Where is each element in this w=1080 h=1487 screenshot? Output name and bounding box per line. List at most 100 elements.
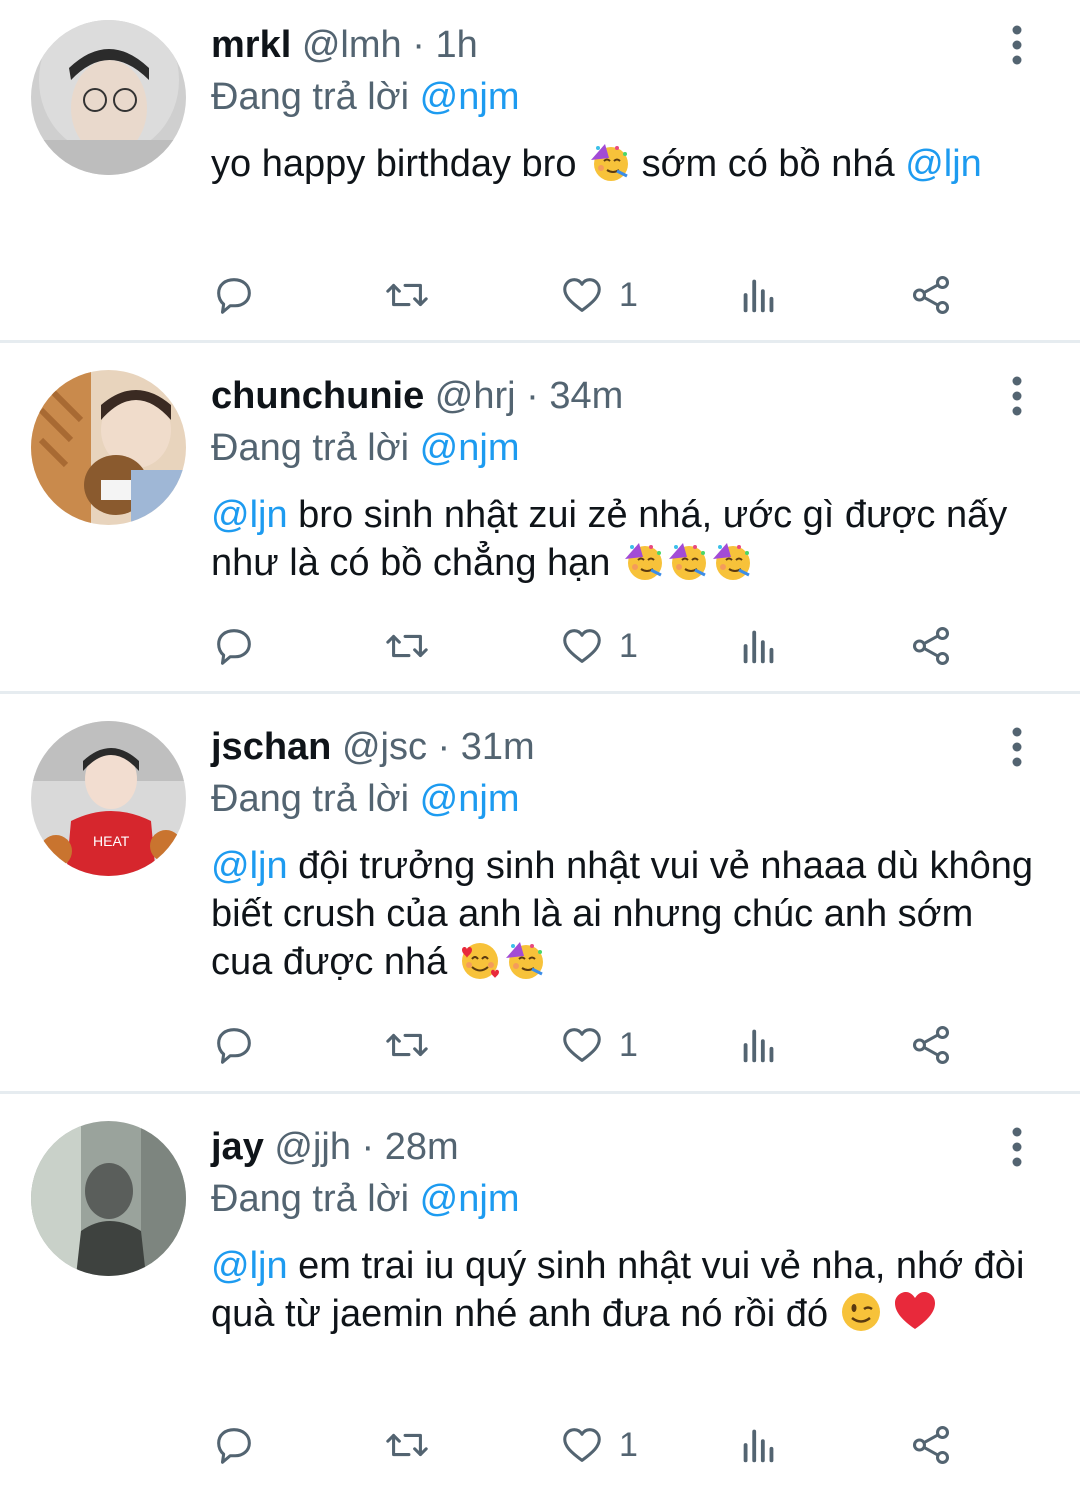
more-options-icon[interactable]	[1002, 375, 1032, 419]
views-button[interactable]	[736, 1420, 782, 1470]
reply-button[interactable]	[211, 1020, 257, 1070]
replying-to: Đang trả lời @njm	[211, 1176, 519, 1222]
share-button[interactable]	[908, 1020, 954, 1070]
reply-button[interactable]	[211, 270, 257, 320]
like-icon	[559, 1022, 605, 1068]
reply-mention-link[interactable]: @njm	[420, 427, 520, 469]
tweet-actions: 1	[211, 1020, 971, 1070]
avatar[interactable]	[31, 20, 186, 175]
partying-face-emoji	[665, 539, 709, 583]
reply-button[interactable]	[211, 1420, 257, 1470]
timestamp[interactable]: 28m	[385, 1126, 459, 1168]
retweet-button[interactable]	[384, 270, 430, 320]
tweet-text: @ljn bro sinh nhật zui zẻ nhá, ước gì đư…	[211, 491, 1041, 587]
partying-face-emoji	[709, 539, 753, 583]
red-heart-emoji	[893, 1290, 937, 1334]
reply-mention-link[interactable]: @njm	[420, 76, 520, 118]
views-button[interactable]	[736, 270, 782, 320]
like-count: 1	[619, 626, 638, 665]
views-icon	[736, 272, 782, 318]
share-icon	[908, 623, 954, 669]
share-button[interactable]	[908, 1420, 954, 1470]
retweet-icon	[384, 1422, 430, 1468]
share-icon	[908, 1022, 954, 1068]
display-name[interactable]: jay	[211, 1126, 264, 1168]
mention-link[interactable]: @ljn	[211, 845, 288, 887]
more-options-icon[interactable]	[1002, 24, 1032, 68]
tweet-text-segment: đội trưởng sinh nhật vui vẻ nhaaa dù khô…	[211, 845, 1034, 983]
tweet-text-segment: bro sinh nhật zui zẻ nhá, ước gì được nấ…	[211, 494, 1008, 584]
like-button[interactable]: 1	[559, 1420, 638, 1470]
tweet-actions: 1	[211, 270, 971, 320]
mention-link[interactable]: @ljn	[905, 143, 982, 185]
like-count: 1	[619, 1025, 638, 1064]
timestamp[interactable]: 31m	[461, 726, 535, 768]
like-button[interactable]: 1	[559, 1020, 638, 1070]
views-icon	[736, 1422, 782, 1468]
views-button[interactable]	[736, 621, 782, 671]
more-options-icon[interactable]	[1002, 726, 1032, 770]
replying-to: Đang trả lời @njm	[211, 425, 519, 471]
replying-to-label: Đang trả lời	[211, 778, 410, 820]
avatar[interactable]: HEAT	[31, 721, 186, 876]
dot-separator: ·	[412, 24, 425, 66]
like-count: 1	[619, 1425, 638, 1464]
reply-mention-link[interactable]: @njm	[420, 778, 520, 820]
replying-to: Đang trả lời @njm	[211, 74, 519, 120]
tweet-actions: 1	[211, 1420, 971, 1470]
views-button[interactable]	[736, 1020, 782, 1070]
dot-separator: ·	[526, 375, 539, 417]
reply-icon	[211, 1022, 257, 1068]
avatar[interactable]	[31, 370, 186, 525]
share-button[interactable]	[908, 270, 954, 320]
like-icon	[559, 623, 605, 669]
tweet-header: chunchunie @hrj · 34m	[211, 373, 623, 419]
tweet-text: @ljn em trai iu quý sinh nhật vui vẻ nha…	[211, 1242, 1041, 1338]
smiling-face-with-hearts-emoji	[458, 938, 502, 982]
like-button[interactable]: 1	[559, 621, 638, 671]
display-name[interactable]: mrkl	[211, 24, 291, 66]
handle[interactable]: @jjh	[274, 1126, 351, 1168]
reply-icon	[211, 1422, 257, 1468]
like-icon	[559, 272, 605, 318]
handle[interactable]: @lmh	[302, 24, 402, 66]
svg-text:HEAT: HEAT	[93, 833, 130, 849]
retweet-button[interactable]	[384, 1020, 430, 1070]
winking-face-emoji	[839, 1290, 883, 1334]
replying-to-label: Đang trả lời	[211, 76, 410, 118]
reply-button[interactable]	[211, 621, 257, 671]
dot-separator: ·	[361, 1126, 375, 1168]
tweet[interactable]: chunchunie @hrj · 34m Đang trả lời @njm …	[0, 343, 1080, 691]
retweet-icon	[384, 272, 430, 318]
timestamp[interactable]: 34m	[549, 375, 623, 417]
retweet-button[interactable]	[384, 621, 430, 671]
tweet-text: yo happy birthday bro sớm có bồ nhá @ljn	[211, 140, 1041, 188]
like-button[interactable]: 1	[559, 270, 638, 320]
share-icon	[908, 272, 954, 318]
tweet[interactable]: HEAT jschan @jsc · 31m Đang trả lời @njm…	[0, 694, 1080, 1091]
avatar[interactable]	[31, 1121, 186, 1276]
replying-to-label: Đang trả lời	[211, 1178, 410, 1220]
mention-link[interactable]: @ljn	[211, 494, 288, 536]
handle[interactable]: @hrj	[435, 375, 516, 417]
replying-to-label: Đang trả lời	[211, 427, 410, 469]
share-button[interactable]	[908, 621, 954, 671]
handle[interactable]: @jsc	[342, 726, 427, 768]
more-options-icon[interactable]	[1002, 1126, 1032, 1170]
display-name[interactable]: jschan	[211, 726, 331, 768]
like-count: 1	[619, 275, 638, 314]
mention-link[interactable]: @ljn	[211, 1245, 288, 1287]
views-icon	[736, 1022, 782, 1068]
tweet-text: @ljn đội trưởng sinh nhật vui vẻ nhaaa d…	[211, 842, 1041, 986]
replying-to: Đang trả lời @njm	[211, 776, 519, 822]
reply-icon	[211, 272, 257, 318]
views-icon	[736, 623, 782, 669]
display-name[interactable]: chunchunie	[211, 375, 424, 417]
tweet[interactable]: jay @jjh · 28m Đang trả lời @njm @ljn em…	[0, 1094, 1080, 1487]
reply-mention-link[interactable]: @njm	[420, 1178, 520, 1220]
like-icon	[559, 1422, 605, 1468]
timestamp[interactable]: 1h	[435, 24, 477, 66]
tweet-header: jay @jjh · 28m	[211, 1124, 459, 1170]
retweet-button[interactable]	[384, 1420, 430, 1470]
tweet[interactable]: mrkl @lmh · 1h Đang trả lời @njm yo happ…	[0, 0, 1080, 340]
